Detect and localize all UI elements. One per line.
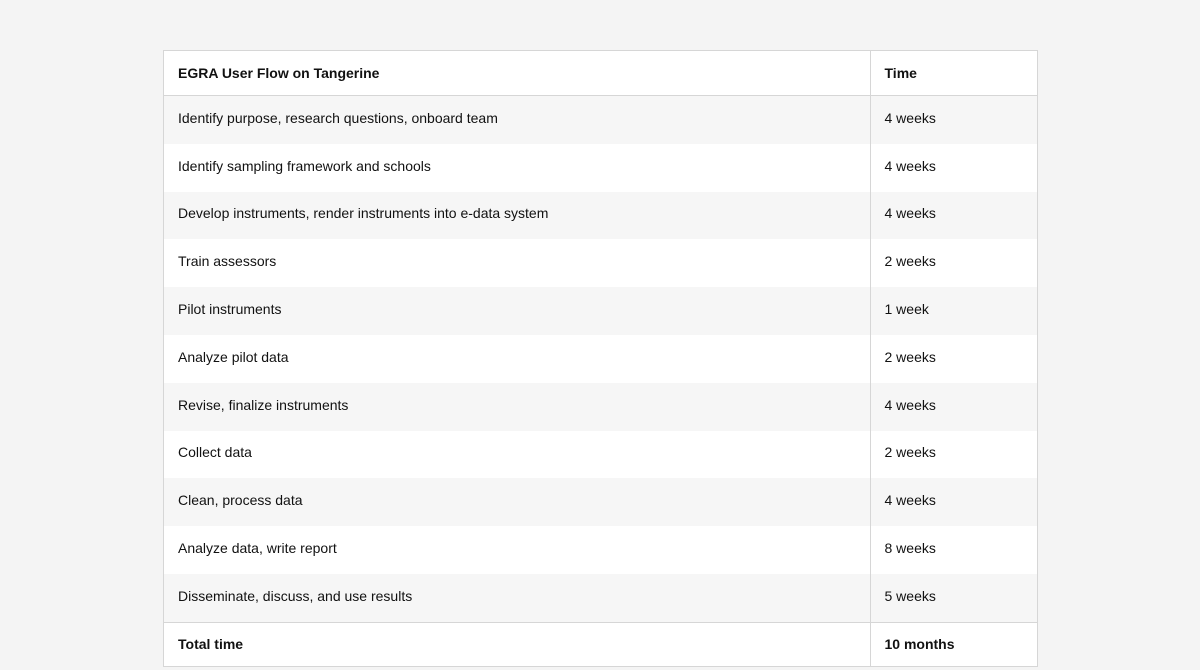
table-total-row: Total time 10 months bbox=[164, 621, 1037, 666]
timeline-table: EGRA User Flow on Tangerine Time Identif… bbox=[164, 51, 1037, 666]
total-value: 10 months bbox=[870, 621, 1037, 666]
time-cell: 8 weeks bbox=[870, 526, 1037, 574]
table-row: Revise, finalize instruments 4 weeks bbox=[164, 382, 1037, 431]
task-cell: Identify sampling framework and schools bbox=[164, 143, 871, 192]
table-row: Identify purpose, research questions, on… bbox=[164, 95, 1037, 144]
total-label: Total time bbox=[164, 621, 871, 666]
task-cell: Pilot instruments bbox=[164, 287, 871, 335]
time-cell: 2 weeks bbox=[870, 430, 1037, 479]
time-cell: 4 weeks bbox=[870, 478, 1037, 527]
table-row: Analyze data, write report 8 weeks bbox=[164, 526, 1037, 574]
time-cell: 1 week bbox=[870, 287, 1037, 335]
task-cell: Train assessors bbox=[164, 239, 871, 288]
table-row: Develop instruments, render instruments … bbox=[164, 191, 1037, 240]
time-cell: 4 weeks bbox=[870, 382, 1037, 431]
table-row: Clean, process data 4 weeks bbox=[164, 478, 1037, 527]
time-cell: 2 weeks bbox=[870, 239, 1037, 288]
time-cell: 4 weeks bbox=[870, 143, 1037, 192]
table-row: Analyze pilot data 2 weeks bbox=[164, 334, 1037, 383]
table-row: Identify sampling framework and schools … bbox=[164, 143, 1037, 192]
task-cell: Disseminate, discuss, and use results bbox=[164, 573, 871, 623]
task-cell: Collect data bbox=[164, 430, 871, 479]
timeline-table-container: EGRA User Flow on Tangerine Time Identif… bbox=[163, 50, 1038, 667]
table-row: Collect data 2 weeks bbox=[164, 430, 1037, 479]
task-cell: Revise, finalize instruments bbox=[164, 382, 871, 431]
task-cell: Develop instruments, render instruments … bbox=[164, 191, 871, 240]
time-cell: 5 weeks bbox=[870, 573, 1037, 623]
column-header-task: EGRA User Flow on Tangerine bbox=[164, 51, 871, 96]
column-header-time: Time bbox=[870, 51, 1037, 96]
table-row: Train assessors 2 weeks bbox=[164, 239, 1037, 288]
task-cell: Analyze pilot data bbox=[164, 334, 871, 383]
table-header-row: EGRA User Flow on Tangerine Time bbox=[164, 51, 1037, 96]
task-cell: Analyze data, write report bbox=[164, 526, 871, 574]
time-cell: 4 weeks bbox=[870, 95, 1037, 144]
table-row: Pilot instruments 1 week bbox=[164, 287, 1037, 335]
task-cell: Identify purpose, research questions, on… bbox=[164, 95, 871, 144]
time-cell: 4 weeks bbox=[870, 191, 1037, 240]
task-cell: Clean, process data bbox=[164, 478, 871, 527]
table-row: Disseminate, discuss, and use results 5 … bbox=[164, 573, 1037, 623]
time-cell: 2 weeks bbox=[870, 334, 1037, 383]
